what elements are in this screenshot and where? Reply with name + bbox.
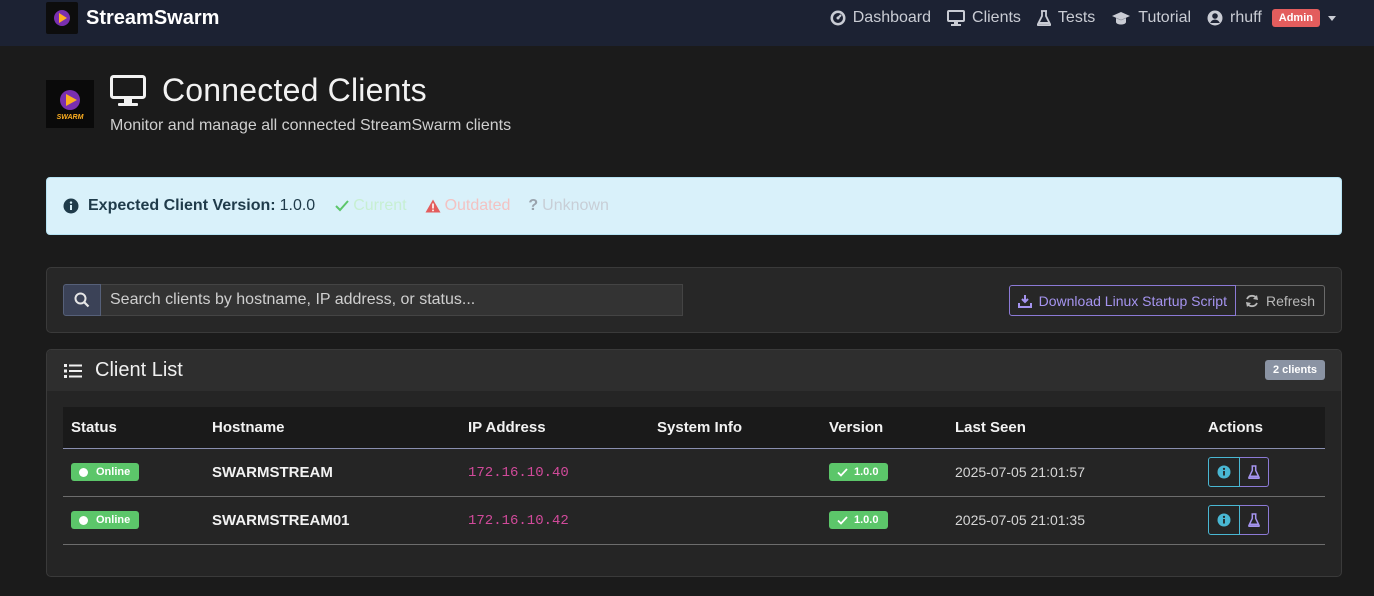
check-icon xyxy=(837,467,848,477)
page-title: Connected Clients xyxy=(162,72,427,108)
version-badge: 1.0.0 xyxy=(829,463,889,481)
status-label: Online xyxy=(96,466,131,478)
column-header-last-seen[interactable]: Last Seen xyxy=(947,407,1200,449)
hostname: SWARMSTREAM xyxy=(212,463,333,481)
logo-text: SWARM xyxy=(56,113,84,121)
version-label: 1.0.0 xyxy=(854,466,879,478)
search-button[interactable] xyxy=(63,284,101,316)
status-dot-icon xyxy=(79,515,88,525)
nav-link-label: Clients xyxy=(972,9,1021,26)
last-seen: 2025-07-05 21:01:35 xyxy=(955,511,1085,528)
table-header-row: Status Hostname IP Address System Info V… xyxy=(63,407,1325,449)
column-header-actions: Actions xyxy=(1200,407,1325,449)
toolbar-buttons: Download Linux Startup Script Refresh xyxy=(1008,285,1325,316)
version-badge: 1.0.0 xyxy=(829,511,889,529)
graduation-cap-icon xyxy=(1112,12,1131,25)
page-logo: SWARM xyxy=(46,80,94,128)
legend-unknown-label: Unknown xyxy=(542,197,609,214)
monitor-icon xyxy=(110,74,146,106)
legend-outdated-label: Outdated xyxy=(444,197,511,214)
clients-table: Status Hostname IP Address System Info V… xyxy=(63,407,1325,545)
nav-link-clients[interactable]: Clients xyxy=(947,9,1021,27)
refresh-label: Refresh xyxy=(1265,292,1315,309)
nav-link-tests[interactable]: Tests xyxy=(1036,9,1096,27)
info-circle-icon xyxy=(1217,465,1231,479)
hostname: SWARMSTREAM01 xyxy=(212,511,350,529)
client-details-button[interactable] xyxy=(1208,457,1240,487)
version-label: 1.0.0 xyxy=(854,514,879,526)
status-badge: Online xyxy=(71,511,140,529)
column-header-status[interactable]: Status xyxy=(63,407,204,449)
page-subtitle: Monitor and manage all connected StreamS… xyxy=(110,117,512,134)
last-seen: 2025-07-05 21:01:57 xyxy=(955,463,1085,480)
page-title-row: Connected Clients xyxy=(110,72,427,109)
user-circle-icon xyxy=(1207,10,1223,26)
warning-icon xyxy=(425,199,441,213)
download-icon xyxy=(1017,294,1032,308)
version-alert: Expected Client Version: 1.0.0 Current O… xyxy=(46,177,1342,235)
role-badge: Admin xyxy=(1271,9,1320,27)
question-icon: ? xyxy=(528,197,539,214)
list-icon xyxy=(64,363,82,378)
expected-version-value: 1.0.0 xyxy=(279,197,316,214)
search-input[interactable] xyxy=(101,284,683,316)
brand-name: StreamSwarm xyxy=(86,6,220,29)
nav-link-dashboard[interactable]: Dashboard xyxy=(830,9,931,27)
table-row[interactable]: Online SWARMSTREAM01 172.16.10.42 1.0.0 … xyxy=(63,496,1325,545)
nav-link-label: Tests xyxy=(1057,9,1096,26)
brand-link[interactable]: StreamSwarm xyxy=(46,2,219,34)
run-test-button[interactable] xyxy=(1240,457,1269,487)
refresh-icon xyxy=(1245,294,1258,307)
top-navbar: StreamSwarm Dashboard Clients Tests Tuto… xyxy=(0,0,1374,46)
search-group xyxy=(63,284,683,316)
column-header-version[interactable]: Version xyxy=(821,407,947,449)
download-script-label: Download Linux Startup Script xyxy=(1038,292,1227,309)
flask-icon xyxy=(1248,465,1260,479)
legend-unknown: ? Unknown xyxy=(528,197,608,215)
column-header-system-info[interactable]: System Info xyxy=(649,407,821,449)
info-circle-icon xyxy=(1217,513,1231,527)
user-menu[interactable]: rhuff Admin xyxy=(1207,9,1336,27)
dashboard-icon xyxy=(830,10,846,26)
legend-outdated: Outdated xyxy=(425,197,511,215)
nav-link-label: Dashboard xyxy=(852,9,932,26)
row-actions xyxy=(1208,505,1269,535)
status-badge: Online xyxy=(71,463,140,481)
status-dot-icon xyxy=(79,467,88,477)
nav-link-tutorial[interactable]: Tutorial xyxy=(1111,9,1191,27)
column-header-ip[interactable]: IP Address xyxy=(460,407,649,449)
client-details-button[interactable] xyxy=(1208,505,1240,535)
expected-version-label: Expected Client Version: xyxy=(88,197,276,214)
nav-link-label: Tutorial xyxy=(1138,9,1192,26)
nav-links: Dashboard Clients Tests Tutorial rhuff A… xyxy=(814,0,1336,36)
chevron-down-icon xyxy=(1328,15,1336,21)
status-label: Online xyxy=(96,514,131,526)
client-count-badge: 2 clients xyxy=(1264,360,1325,380)
client-list-title: Client List xyxy=(95,359,183,381)
client-list-card: Client List 2 clients Status Hostname IP… xyxy=(46,349,1342,577)
row-actions xyxy=(1208,457,1269,487)
flask-icon xyxy=(1036,10,1051,26)
refresh-button[interactable]: Refresh xyxy=(1235,285,1325,316)
search-card: Download Linux Startup Script Refresh xyxy=(46,267,1342,333)
legend-current-label: Current xyxy=(353,197,407,214)
monitor-icon xyxy=(947,10,966,26)
check-icon xyxy=(335,200,349,212)
check-icon xyxy=(837,515,848,525)
legend-current: Current xyxy=(335,197,407,215)
column-header-hostname[interactable]: Hostname xyxy=(204,407,460,449)
download-script-button[interactable]: Download Linux Startup Script xyxy=(1008,285,1236,316)
brand-logo xyxy=(46,2,78,34)
run-test-button[interactable] xyxy=(1240,505,1269,535)
flask-icon xyxy=(1248,513,1260,527)
info-circle-icon xyxy=(63,198,79,214)
search-icon xyxy=(74,292,90,308)
ip-address: 172.16.10.40 xyxy=(468,465,569,481)
table-row[interactable]: Online SWARMSTREAM 172.16.10.40 1.0.0 20… xyxy=(63,448,1325,497)
client-list-header: Client List 2 clients xyxy=(47,350,1341,391)
username: rhuff xyxy=(1230,9,1262,26)
ip-address: 172.16.10.42 xyxy=(468,513,569,529)
